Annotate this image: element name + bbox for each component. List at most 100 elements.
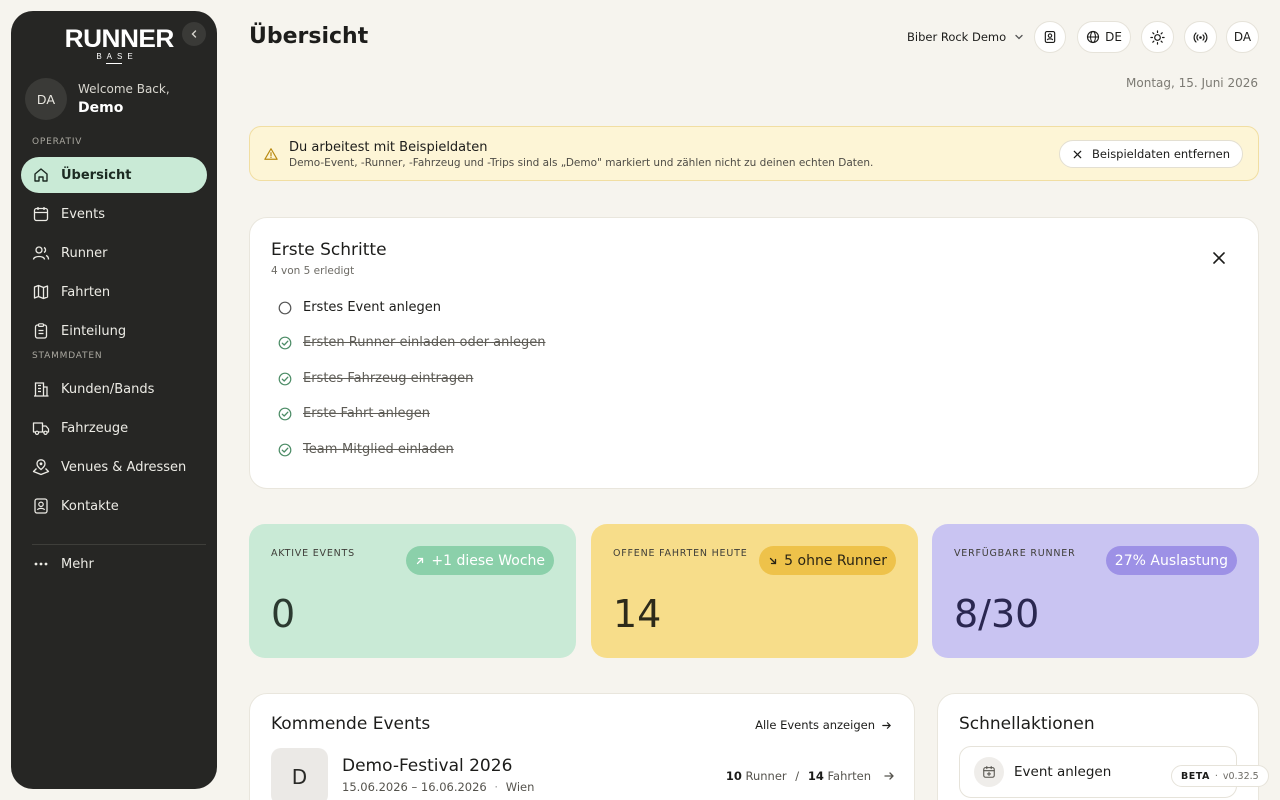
all-events-label: Alle Events anzeigen xyxy=(755,718,875,732)
close-icon[interactable] xyxy=(1210,249,1228,267)
sidebar-item-label: Events xyxy=(61,206,106,222)
sun-icon xyxy=(1150,29,1165,45)
step-item[interactable]: Erstes Fahrzeug eintragen xyxy=(278,371,473,386)
calendar-plus-icon xyxy=(974,757,1004,787)
map-icon xyxy=(33,284,49,300)
sidebar-item-venues[interactable]: Venues & Adressen xyxy=(21,449,207,485)
step-item[interactable]: Team-Mitglied einladen xyxy=(278,442,454,457)
logo-text: RUNNER xyxy=(64,25,175,53)
truck-icon xyxy=(32,422,50,435)
section-label-operativ: OPERATIV xyxy=(32,137,83,147)
user-menu-button[interactable]: DA xyxy=(1226,21,1259,53)
stat-card-available-runners[interactable]: VERFÜGBARE RUNNER 27% Auslastung 8/30 xyxy=(932,524,1259,658)
broadcast-icon xyxy=(1193,31,1208,43)
event-dates: 15.06.2026 – 16.06.2026 xyxy=(342,780,487,794)
sidebar-item-label: Venues & Adressen xyxy=(61,459,187,475)
remove-sample-data-button[interactable]: Beispieldaten entfernen xyxy=(1059,140,1243,168)
sidebar-item-label: Mehr xyxy=(61,556,94,572)
sidebar-item-uebersicht[interactable]: Übersicht xyxy=(21,157,207,193)
globe-icon xyxy=(1086,30,1100,44)
step-item[interactable]: Erste Fahrt anlegen xyxy=(278,406,430,421)
stat-value: 0 xyxy=(271,592,296,636)
upcoming-events-title: Kommende Events xyxy=(271,714,431,734)
event-runner-label: Runner xyxy=(745,769,787,783)
stat-value: 14 xyxy=(613,592,662,636)
close-icon xyxy=(1073,150,1082,158)
logo-subtext: BASE xyxy=(96,52,138,61)
sidebar-item-label: Fahrzeuge xyxy=(61,420,129,436)
sidebar-item-label: Kunden/Bands xyxy=(61,381,155,397)
sidebar-item-label: Runner xyxy=(61,245,108,261)
upcoming-events-card: Kommende Events Alle Events anzeigen D D… xyxy=(249,693,915,800)
arrow-up-right-icon xyxy=(417,557,424,564)
version-badge: BETA · v0.32.5 xyxy=(1171,765,1269,787)
project-select[interactable]: Biber Rock Demo xyxy=(899,24,1032,50)
banner-title: Du arbeitest mit Beispieldaten xyxy=(289,140,488,155)
sidebar-item-kontakte[interactable]: Kontakte xyxy=(21,488,207,524)
language-button[interactable]: DE xyxy=(1077,21,1131,53)
calendar-icon xyxy=(33,207,49,222)
users-icon xyxy=(32,246,50,260)
getting-started-title: Erste Schritte xyxy=(271,240,387,260)
more-horizontal-icon xyxy=(34,562,48,566)
contact-card-icon xyxy=(34,498,48,514)
user-profile[interactable]: DA Welcome Back, Demo xyxy=(25,78,170,120)
beta-label: BETA xyxy=(1181,770,1210,782)
broadcast-button[interactable] xyxy=(1184,21,1217,53)
getting-started-card: Erste Schritte 4 von 5 erledigt Erstes E… xyxy=(249,217,1259,489)
demo-data-banner: Du arbeitest mit Beispieldaten Demo-Even… xyxy=(249,126,1259,181)
stat-badge-text: +1 diese Woche xyxy=(431,552,545,569)
stat-badge: 27% Auslastung xyxy=(1105,546,1237,575)
event-row[interactable]: D Demo-Festival 2026 15.06.2026 – 16.06.… xyxy=(271,747,895,800)
stat-card-open-trips[interactable]: OFFENE FAHRTEN HEUTE 5 ohne Runner 14 xyxy=(591,524,918,658)
event-stats: 10 Runner / 14 Fahrten xyxy=(726,769,871,783)
sidebar-item-label: Kontakte xyxy=(61,498,119,514)
sidebar-divider xyxy=(32,544,206,545)
clipboard-icon xyxy=(34,323,48,339)
stat-label: AKTIVE EVENTS xyxy=(271,548,355,559)
event-meta: 15.06.2026 – 16.06.2026 · Wien xyxy=(342,780,534,794)
sidebar-item-fahrzeuge[interactable]: Fahrzeuge xyxy=(21,410,207,446)
all-events-link[interactable]: Alle Events anzeigen xyxy=(755,718,892,732)
sidebar-item-kunden[interactable]: Kunden/Bands xyxy=(21,371,207,407)
step-item[interactable]: Erstes Event anlegen xyxy=(278,300,441,315)
sidebar-item-mehr[interactable]: Mehr xyxy=(21,546,207,582)
sidebar-item-label: Einteilung xyxy=(61,323,127,339)
user-initials: DA xyxy=(1233,30,1252,44)
sidebar-item-label: Übersicht xyxy=(61,167,132,183)
logo-underline xyxy=(106,63,122,64)
sidebar-item-events[interactable]: Events xyxy=(21,196,207,232)
event-stats-separator: / xyxy=(795,769,800,783)
app-logo[interactable]: RUNNER BASE xyxy=(64,25,175,73)
step-label: Erste Fahrt anlegen xyxy=(303,406,430,421)
stat-card-active-events[interactable]: AKTIVE EVENTS +1 diese Woche 0 xyxy=(249,524,576,658)
home-icon xyxy=(34,168,48,182)
contacts-button[interactable] xyxy=(1034,21,1066,53)
step-label: Team-Mitglied einladen xyxy=(303,442,454,457)
event-trip-label: Fahrten xyxy=(827,769,872,783)
theme-toggle-button[interactable] xyxy=(1141,21,1174,53)
sidebar-item-runner[interactable]: Runner xyxy=(21,235,207,271)
check-circle-icon xyxy=(278,407,292,420)
version-number: v0.32.5 xyxy=(1222,770,1259,782)
sidebar-item-einteilung[interactable]: Einteilung xyxy=(21,313,207,349)
chevron-left-icon xyxy=(191,30,197,38)
step-item[interactable]: Ersten Runner einladen oder anlegen xyxy=(278,335,545,350)
meta-separator: · xyxy=(494,780,499,794)
check-circle-icon xyxy=(278,443,292,456)
step-label: Erstes Fahrzeug eintragen xyxy=(303,371,474,386)
building-icon xyxy=(34,382,49,397)
stat-badge: 5 ohne Runner xyxy=(759,546,896,575)
location-icon xyxy=(32,459,50,476)
section-label-stammdaten: STAMMDATEN xyxy=(32,351,103,361)
getting-started-progress: 4 von 5 erledigt xyxy=(271,265,355,277)
contact-card-icon xyxy=(1044,30,1056,44)
event-name: Demo-Festival 2026 xyxy=(342,756,513,776)
user-name: Demo xyxy=(78,100,124,116)
step-label: Ersten Runner einladen oder anlegen xyxy=(303,335,546,350)
collapse-sidebar-button[interactable] xyxy=(182,22,206,46)
stat-badge-text: 27% Auslastung xyxy=(1114,552,1228,569)
version-separator: · xyxy=(1214,770,1218,782)
stat-label: VERFÜGBARE RUNNER xyxy=(954,548,1076,559)
sidebar-item-fahrten[interactable]: Fahrten xyxy=(21,274,207,310)
